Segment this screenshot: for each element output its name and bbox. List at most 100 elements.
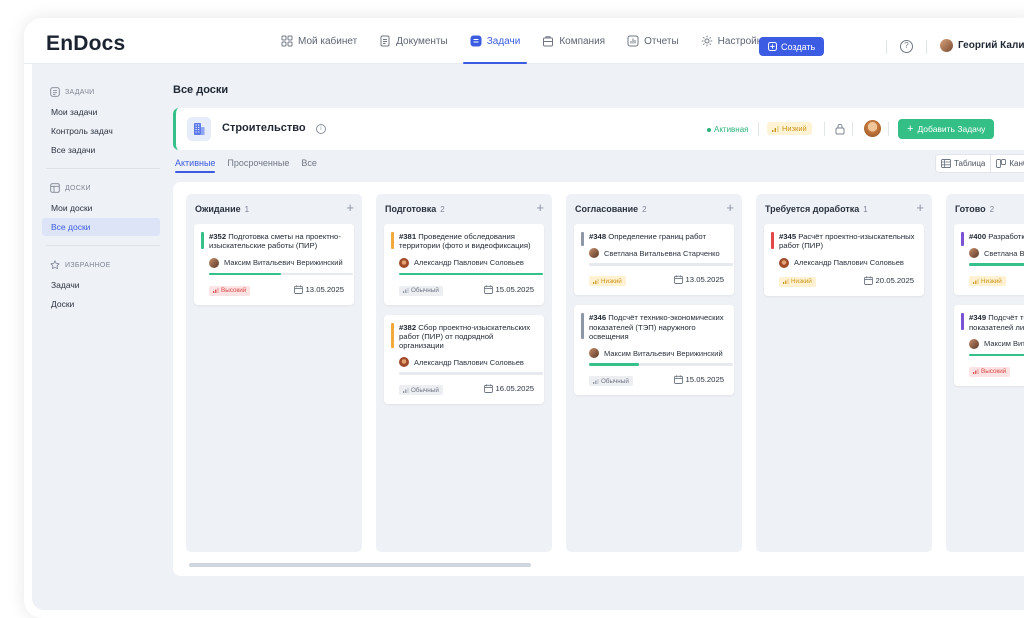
- card-color-bar: [581, 313, 584, 340]
- task-card[interactable]: #348 Определение границ работ Светлана Ви…: [574, 224, 734, 296]
- divider: [46, 168, 160, 169]
- divider: [46, 245, 160, 246]
- avatar: [589, 348, 599, 359]
- kanban-column: Ожидание 1 + #352 Подготовка сметы на проек…: [186, 194, 362, 552]
- progress-bar: [399, 372, 543, 375]
- sidebar-item-my-boards[interactable]: Мои доски: [42, 199, 160, 217]
- column-count: 2: [989, 205, 995, 214]
- create-button[interactable]: Создать: [759, 37, 825, 56]
- plus-icon: +: [907, 123, 914, 135]
- divider: [926, 40, 927, 54]
- card-id: #382: [399, 322, 417, 332]
- task-card[interactable]: #400 Разработка плана Светлана Витальевна…: [954, 224, 1024, 296]
- board-icon: [50, 183, 60, 193]
- add-card-icon[interactable]: +: [916, 201, 924, 214]
- task-card[interactable]: #381 Проведение обследования территории …: [384, 224, 544, 305]
- nav-item-reports[interactable]: Отчеты: [616, 18, 690, 64]
- priority-bars-icon: [403, 387, 409, 393]
- task-card[interactable]: #349 Подсчёт технико-экономических показ…: [954, 305, 1024, 386]
- calendar-icon: [673, 275, 683, 285]
- due-date: 15.05.2025: [673, 375, 724, 384]
- tab-overdue[interactable]: Просроченные: [227, 158, 289, 173]
- nav-label: Мой кабинет: [298, 35, 358, 47]
- company-icon: [543, 36, 554, 47]
- main-area: Все доски Строительство i Активная Низки…: [173, 64, 1024, 610]
- divider: [758, 122, 759, 136]
- board-title: Строительство: [222, 122, 306, 134]
- priority-badge: Высокий: [209, 285, 251, 296]
- column-title: Подготовка: [385, 204, 437, 214]
- column-count: 1: [863, 205, 868, 214]
- calendar-icon: [483, 384, 493, 394]
- grid-icon: [281, 35, 293, 47]
- nav-item-tasks[interactable]: Задачи: [459, 18, 532, 64]
- card-id: #348: [589, 232, 607, 241]
- info-icon[interactable]: i: [316, 124, 326, 134]
- add-card-icon[interactable]: +: [726, 201, 734, 214]
- task-card[interactable]: #346 Подсчёт технико-экономических показ…: [574, 305, 734, 396]
- sidebar-item-fav-tasks[interactable]: Задачи: [42, 276, 160, 294]
- sidebar-item-task-control[interactable]: Контроль задач: [42, 122, 160, 140]
- progress-bar: [209, 272, 353, 276]
- view-table-button[interactable]: Таблица: [936, 155, 990, 172]
- column-count: 1: [244, 205, 250, 214]
- avatar: [969, 338, 979, 349]
- card-assignee: Максим Витальевич Верижинский: [589, 348, 723, 359]
- priority-bars-icon: [772, 125, 779, 132]
- tab-active[interactable]: Активные: [175, 158, 216, 173]
- kanban-icon: [996, 159, 1007, 168]
- nav-item-company[interactable]: Компания: [531, 18, 616, 64]
- avatar[interactable]: [864, 120, 881, 137]
- card-color-bar: [391, 322, 394, 349]
- board-priority-badge: Низкий: [767, 122, 812, 135]
- nav-label: Документы: [396, 35, 448, 47]
- card-assignee: Светлана Витальевна Старченко: [589, 248, 720, 259]
- view-switch: Таблица Канбан: [935, 154, 1024, 173]
- column-title: Готово: [955, 204, 986, 214]
- calendar-icon: [863, 275, 873, 285]
- avatar: [779, 257, 789, 268]
- column-header: Согласование 2: [575, 204, 647, 214]
- progress-fill: [969, 353, 1024, 357]
- sidebar: ЗАДАЧИ Мои задачи Контроль задач Все зад…: [32, 64, 160, 610]
- content-area: ЗАДАЧИ Мои задачи Контроль задач Все зад…: [32, 64, 1024, 610]
- sidebar-item-fav-boards[interactable]: Доски: [42, 295, 160, 313]
- priority-bars-icon: [403, 288, 409, 294]
- sidebar-item-all-boards[interactable]: Все доски: [42, 218, 160, 236]
- avatar: [399, 257, 409, 268]
- view-kanban-button[interactable]: Канбан: [990, 155, 1024, 172]
- priority-bars-icon: [593, 378, 599, 384]
- card-assignee: Светлана Витальевна: [969, 248, 1024, 259]
- priority-badge: Обычный: [589, 376, 633, 387]
- gear-icon: [701, 35, 712, 47]
- avatar: [209, 257, 219, 268]
- help-icon[interactable]: ?: [900, 40, 913, 53]
- column-count: 2: [440, 205, 445, 214]
- add-card-icon[interactable]: +: [346, 201, 354, 214]
- add-task-button[interactable]: + Добавить Задачу: [898, 119, 995, 139]
- card-id: #381: [399, 232, 417, 241]
- card-assignee: Александр Павлович Соловьев: [399, 257, 524, 268]
- lock-icon[interactable]: [835, 123, 845, 135]
- sidebar-item-my-tasks[interactable]: Мои задачи: [42, 103, 160, 121]
- column-title: Согласование: [575, 204, 639, 214]
- nav-item-grid[interactable]: Мой кабинет: [270, 18, 368, 64]
- nav-label: Компания: [559, 35, 606, 47]
- kanban-column: Требуется доработка 1 + #345 Расчёт проектн…: [756, 194, 932, 552]
- card-title: #400 Разработка плана: [969, 232, 1024, 241]
- due-date: 13.05.2025: [293, 285, 344, 294]
- user-menu[interactable]: Георгий Калинин: [940, 39, 1024, 52]
- task-card[interactable]: #345 Расчёт проектно-изыскательных работ…: [764, 224, 924, 296]
- task-card[interactable]: #352 Подготовка сметы на проектно-изыска…: [194, 224, 354, 305]
- tasks-icon: [470, 35, 482, 47]
- task-card[interactable]: #382 Сбор проектно-изыскательских работ …: [384, 314, 544, 405]
- sidebar-item-all-tasks[interactable]: Все задачи: [42, 141, 160, 159]
- tab-all[interactable]: Все: [301, 158, 317, 173]
- horizontal-scrollbar[interactable]: [189, 563, 531, 567]
- add-card-icon[interactable]: +: [536, 201, 544, 214]
- avatar: [589, 248, 599, 259]
- column-header: Требуется доработка 1: [765, 204, 868, 214]
- nav-item-document[interactable]: Документы: [368, 18, 459, 64]
- card-title: #382 Сбор проектно-изыскательских работ …: [399, 322, 531, 351]
- progress-fill: [399, 272, 543, 276]
